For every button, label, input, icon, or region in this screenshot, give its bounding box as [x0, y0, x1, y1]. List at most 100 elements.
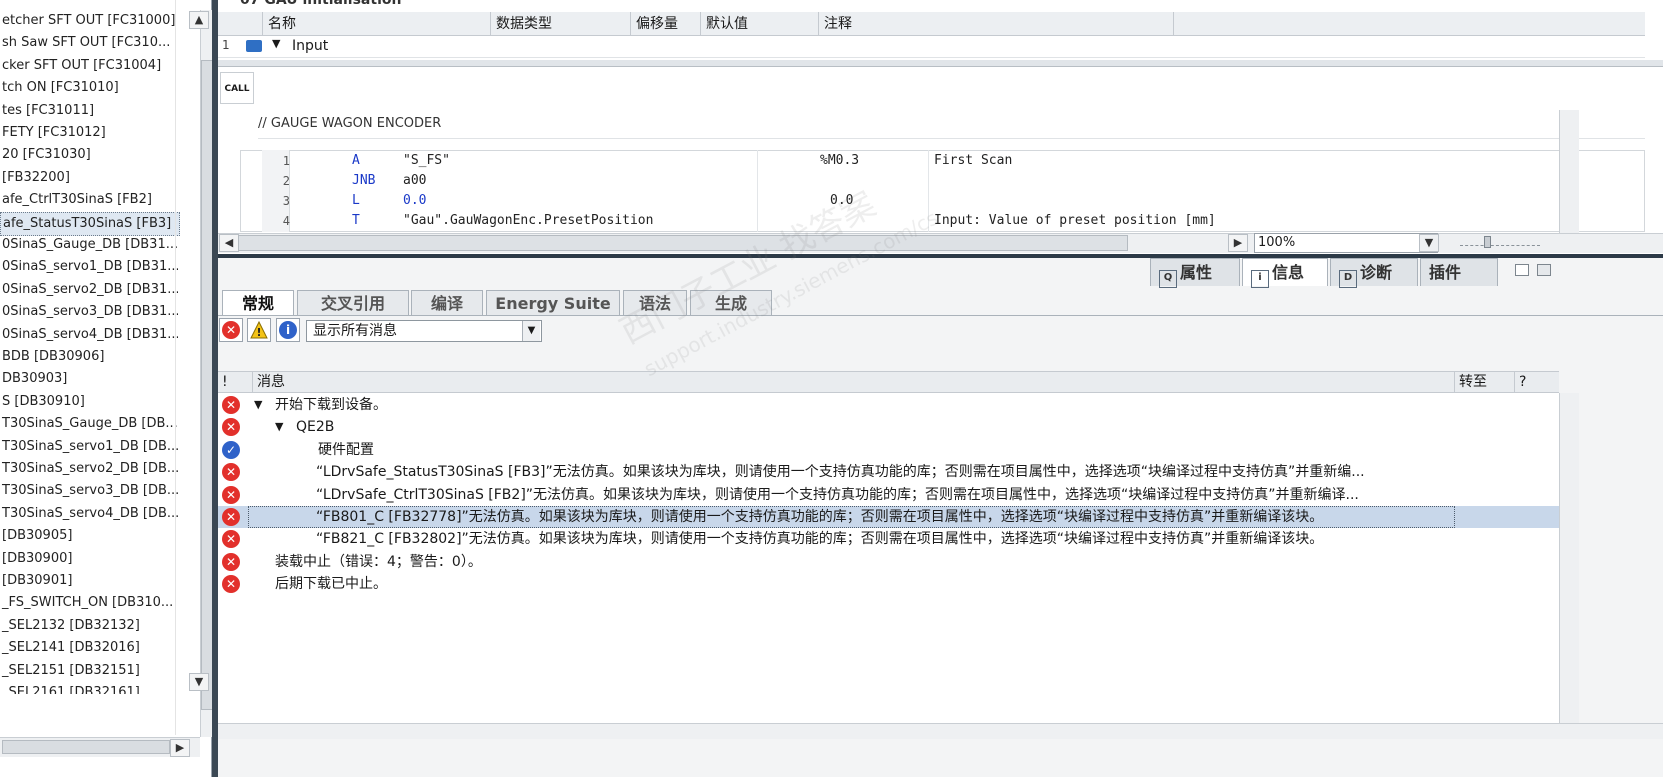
code-line[interactable]: 3 L 0.0 0.0 [240, 191, 1645, 211]
restore-window-icon[interactable] [1515, 264, 1529, 276]
warning-icon: ! [250, 321, 268, 339]
tree-item[interactable]: _SEL2132 [DB32132] [0, 615, 178, 637]
editor-hscroll-thumb[interactable] [238, 235, 1128, 251]
tree-item[interactable]: S [DB30910] [0, 391, 178, 413]
diagnostics-icon: D [1339, 270, 1357, 288]
zoom-slider[interactable] [1460, 240, 1540, 246]
tree-item[interactable]: tch ON [FC31010] [0, 77, 178, 99]
tree-item[interactable]: BDB [DB30906] [0, 346, 178, 368]
tree-item[interactable]: T30SinaS_servo4_DB [DB... [0, 503, 178, 525]
col-message-header[interactable]: 消息 [252, 372, 285, 392]
col-bang-header[interactable]: ! [222, 372, 228, 392]
tree-item[interactable]: tes [FC31011] [0, 100, 178, 122]
tree-item[interactable]: T30SinaS_servo1_DB [DB... [0, 436, 178, 458]
collapse-arrow-icon[interactable]: ▼ [272, 37, 280, 50]
message-vertical-scrollbar[interactable] [1559, 393, 1579, 723]
zoom-dropdown-button[interactable]: ▼ [1419, 234, 1439, 252]
filter-info-button[interactable]: i [276, 318, 300, 342]
minimize-window-icon[interactable] [1537, 264, 1551, 276]
message-text: “LDrvSafe_CtrlT30SinaS [FB2]”无法仿真。如果该块为库… [316, 487, 1359, 503]
tree-item[interactable]: _SEL2141 [DB32016] [0, 637, 178, 659]
tree-hscroll-thumb[interactable] [2, 740, 170, 754]
subtab-general[interactable]: 常规 [222, 290, 294, 316]
subtab-cross-references[interactable]: 交叉引用 [297, 290, 409, 316]
col-comment-header[interactable]: 注释 [818, 12, 1173, 36]
tree-item[interactable]: [DB30901] [0, 570, 178, 592]
zoom-slider-handle[interactable] [1484, 236, 1491, 248]
scroll-up-button[interactable]: ▲ [189, 11, 209, 29]
code-line[interactable]: 2 JNB a00 [240, 171, 1645, 191]
error-icon: ✕ [222, 530, 240, 548]
tree-item[interactable]: _FS_SWITCH_ON [DB310... [0, 592, 178, 614]
chevron-right-icon: ▶ [175, 741, 185, 754]
tree-item[interactable]: FETY [FC31012] [0, 122, 178, 144]
error-icon: ✕ [222, 463, 240, 481]
expand-arrow-icon[interactable]: ▼ [254, 394, 262, 416]
tree-column-divider [175, 0, 176, 735]
col-default-header[interactable]: 默认值 [700, 12, 818, 36]
svg-text:!: ! [256, 326, 261, 339]
message-row[interactable]: ✕ “LDrvSafe_CtrlT30SinaS [FB2]”无法仿真。如果该块… [218, 484, 1559, 506]
line-number: 2 [282, 174, 290, 188]
interface-row-input[interactable]: 1 ▼ Input [218, 36, 1645, 58]
tree-item[interactable]: 0SinaS_servo1_DB [DB31... [0, 256, 178, 278]
chevron-down-icon[interactable]: ▼ [522, 321, 540, 341]
message-row[interactable]: ✕ ▼ 开始下载到设备。 [218, 394, 1559, 416]
tree-item[interactable]: 0SinaS_servo2_DB [DB31... [0, 279, 178, 301]
tab-plugins[interactable]: 插件 [1420, 258, 1498, 286]
tree-item[interactable]: [DB30900] [0, 548, 178, 570]
filter-warnings-button[interactable]: ! [247, 318, 271, 342]
interface-splitter[interactable] [218, 60, 1663, 67]
message-text: “FB801_C [FB32778]”无法仿真。如果该块为库块，则请使用一个支持… [316, 509, 1324, 525]
tree-item[interactable]: T30SinaS_Gauge_DB [DB... [0, 413, 178, 435]
subtab-compile[interactable]: 编译 [411, 290, 483, 316]
message-row[interactable]: ✕ 装载中止（错误：4；警告：0）。 [218, 551, 1559, 573]
tree-item[interactable]: [DB30905] [0, 525, 178, 547]
tree-item[interactable]: afe_CtrlT30SinaS [FB2] [0, 189, 178, 211]
message-horizontal-scrollbar[interactable] [218, 723, 1663, 739]
scroll-right-button[interactable]: ▶ [1228, 234, 1248, 252]
expand-arrow-icon[interactable]: ▼ [275, 416, 283, 438]
col-offset-header[interactable]: 偏移量 [630, 12, 700, 36]
tree-item[interactable]: etcher SFT OUT [FC31000] [0, 10, 178, 32]
col-goto-header[interactable]: 转至 [1454, 372, 1487, 392]
scroll-left-button[interactable]: ◀ [219, 234, 239, 252]
message-list-header: ! 消息 转至 ? [218, 371, 1559, 393]
line-comment: Input: Value of preset position [mm] [934, 213, 1216, 228]
tree-item[interactable]: 20 [FC31030] [0, 144, 178, 166]
tree-item[interactable]: _SEL2151 [DB32151] [0, 660, 178, 682]
message-row[interactable]: ✕ “LDrvSafe_StatusT30SinaS [FB3]”无法仿真。如果… [218, 461, 1559, 483]
col-name-header[interactable]: 名称 [262, 12, 490, 36]
message-row[interactable]: ✕ ▼ QE2B [218, 416, 1559, 438]
message-filter-select[interactable]: 显示所有消息 [306, 320, 542, 342]
tree-item[interactable]: sh Saw SFT OUT [FC310... [0, 32, 178, 54]
message-row[interactable]: ✕ “FB821_C [FB32802]”无法仿真。如果该块为库块，则请使用一个… [218, 528, 1559, 550]
tab-info[interactable]: i 信息 [1242, 258, 1328, 288]
zoom-select[interactable]: 100% [1254, 233, 1438, 253]
tree-item[interactable]: T30SinaS_servo3_DB [DB... [0, 480, 178, 502]
network-comment[interactable]: // GAUGE WAGON ENCODER [258, 115, 1645, 139]
subtab-energy-suite[interactable]: Energy Suite [486, 290, 620, 316]
message-row-selected[interactable]: ✕ “FB801_C [FB32778]”无法仿真。如果该块为库块，则请使用一个… [218, 506, 1559, 528]
scroll-down-button[interactable]: ▼ [189, 673, 209, 691]
code-line[interactable]: 4 T "Gau".GauWagonEnc.PresetPosition Inp… [240, 211, 1645, 231]
col-help-header[interactable]: ? [1514, 372, 1526, 392]
message-row[interactable]: ✕ 后期下载已中止。 [218, 573, 1559, 595]
tree-item-selected[interactable]: afe_StatusT30SinaS [FB3] [0, 212, 180, 236]
tree-item[interactable]: 0SinaS_servo4_DB [DB31... [0, 324, 178, 346]
col-type-header[interactable]: 数据类型 [490, 12, 630, 36]
message-row[interactable]: ✓ 硬件配置 [218, 439, 1559, 461]
tree-item[interactable]: _SEL2161 [DB32161] [0, 682, 178, 694]
filter-errors-button[interactable]: ✕ [219, 318, 243, 342]
tree-item[interactable]: DB30903] [0, 368, 178, 390]
tree-item[interactable]: 0SinaS_servo3_DB [DB31... [0, 301, 178, 323]
code-line[interactable]: 1 A "S_FS" %M0.3 First Scan [240, 151, 1645, 171]
tree-item[interactable]: cker SFT OUT [FC31004] [0, 55, 178, 77]
tab-properties[interactable]: Q 属性 [1150, 258, 1240, 288]
tree-item[interactable]: [FB32200] [0, 167, 178, 189]
tree-item[interactable]: 0SinaS_Gauge_DB [DB31... [0, 234, 178, 256]
editor-vertical-scrollbar[interactable] [1559, 110, 1579, 233]
tab-diagnostics[interactable]: D 诊断 [1330, 258, 1418, 288]
scroll-right-button[interactable]: ▶ [170, 739, 190, 757]
tree-item[interactable]: T30SinaS_servo2_DB [DB... [0, 458, 178, 480]
